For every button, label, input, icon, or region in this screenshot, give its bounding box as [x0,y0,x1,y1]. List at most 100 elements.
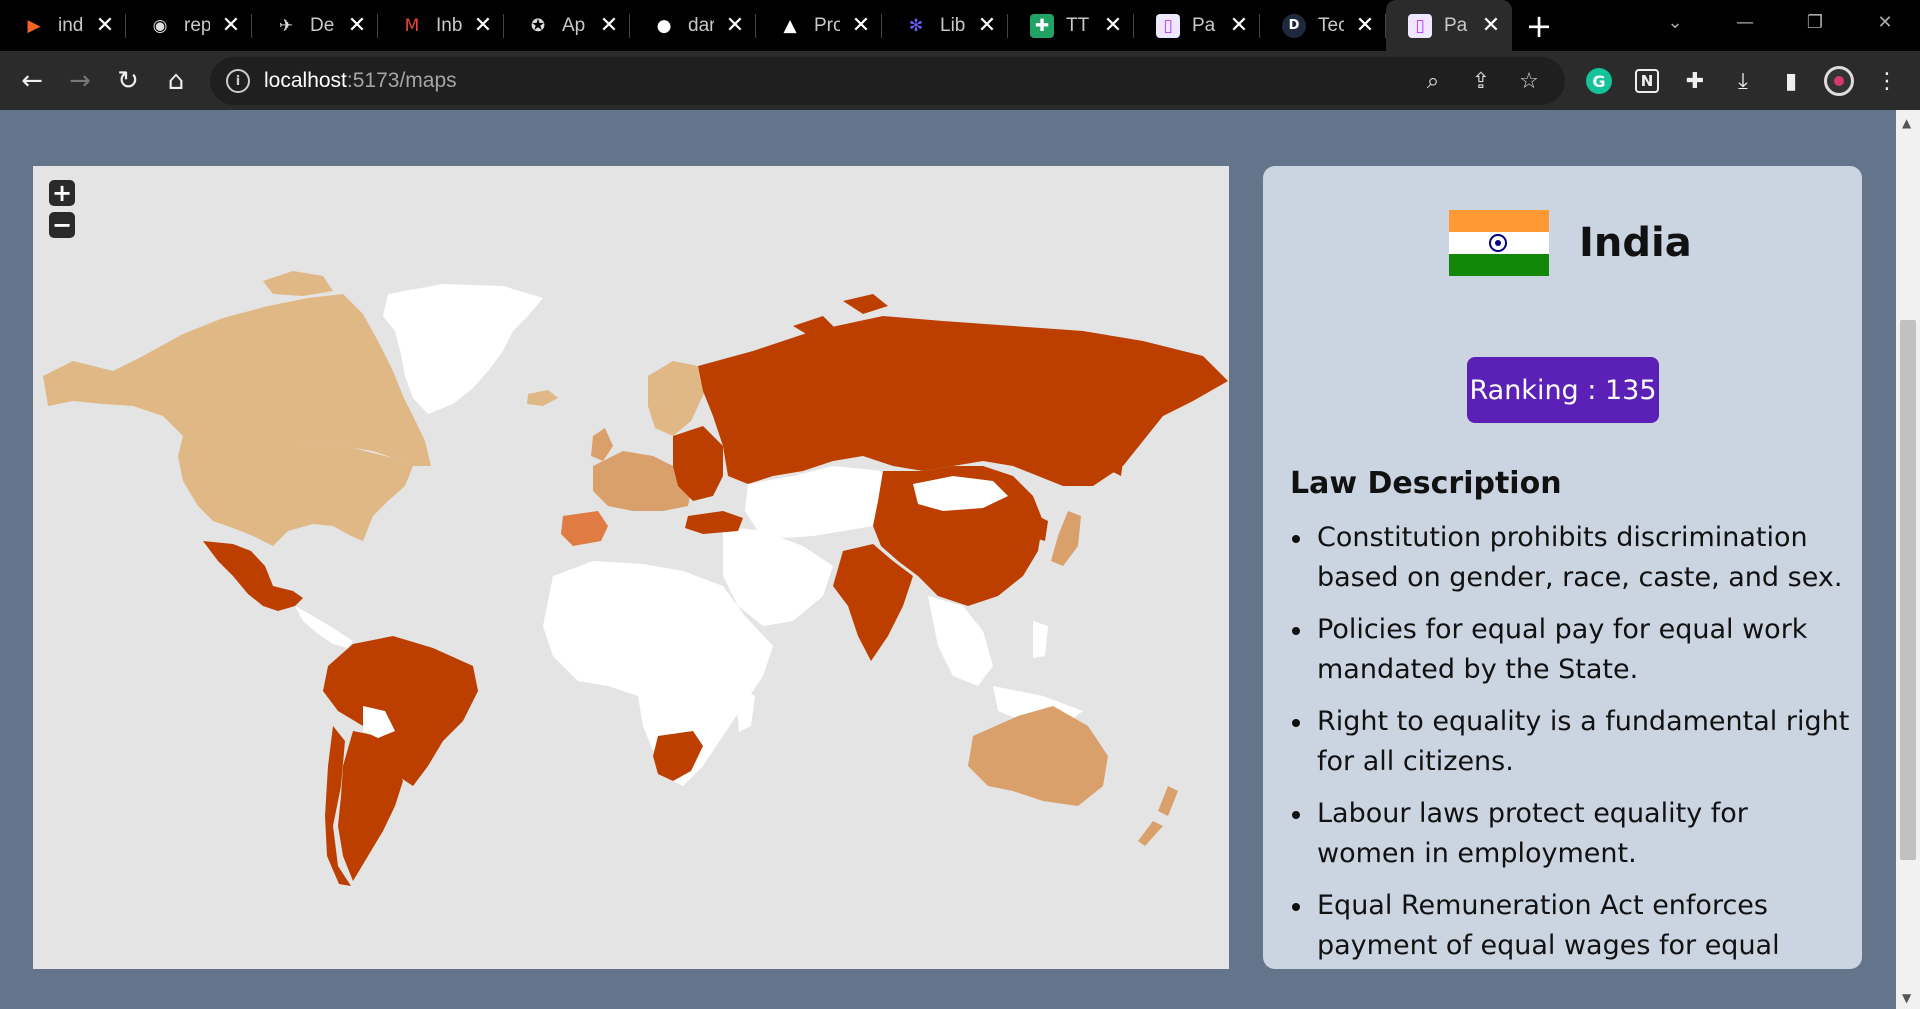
tab-close-icon[interactable]: ✕ [346,13,368,38]
triangle-icon: ▲ [783,15,797,36]
extensions-puzzle-icon[interactable]: ✚ [1671,57,1719,105]
notion-icon[interactable]: N [1623,57,1671,105]
ranking-badge: Ranking : 135 [1467,357,1659,423]
country-philippines[interactable] [1033,621,1048,658]
browser-tab[interactable]: ▯ Pa ✕ [1134,0,1260,51]
download-icon[interactable]: ⤓ [1719,57,1767,105]
country-greenland[interactable] [383,284,543,414]
browser-tabstrip: ▶ ind ✕ ◉ rep ✕ ✈ De ✕ M Inb ✕ ✪ Ap ✕ ● dar ✕ ▲ Pro ✕ ✻ Lib ✕ ✚ T… [0,0,1920,51]
country-central-america[interactable] [295,606,353,648]
tab-search-icon[interactable]: ⌄ [1640,12,1710,33]
tab-close-icon[interactable]: ✕ [1228,13,1250,38]
new-tab-button[interactable]: + [1512,0,1566,51]
browser-tab[interactable]: ▯ Pa ✕ [1386,0,1512,51]
country-header: India [1449,210,1692,276]
tab-close-icon[interactable]: ✕ [94,13,116,38]
page-scrollbar[interactable]: ▲ ▼ [1896,110,1920,1009]
menu-kebab-icon[interactable]: ⋮ [1863,57,1911,105]
country-southeast-asia[interactable] [928,596,1083,726]
tab-title: Ap [562,14,586,36]
vite-icon: ▯ [1408,13,1432,38]
forward-button[interactable]: → [56,57,104,105]
country-turkey[interactable] [685,511,743,534]
tab-close-icon[interactable]: ✕ [1354,13,1376,38]
browser-tab[interactable]: ▶ ind ✕ [0,0,126,51]
window-controls: ⌄ — ❐ ✕ [1640,0,1920,44]
address-bar[interactable]: i localhost:5173/maps ⌕ ⇪ ☆ [210,57,1565,105]
country-name: India [1579,220,1692,266]
tab-close-icon[interactable]: ✕ [1102,13,1124,38]
side-panel-icon[interactable]: ▮ [1767,57,1815,105]
orange-logo-icon: ▶ [27,15,41,36]
country-scandinavia[interactable] [648,361,705,436]
country-iberia[interactable] [561,511,608,546]
browser-tab[interactable]: ✪ Ap ✕ [504,0,630,51]
scroll-up-arrow-icon[interactable]: ▲ [1902,116,1911,130]
tab-close-icon[interactable]: ✕ [220,13,242,38]
country-japan[interactable] [1051,511,1081,566]
grammarly-icon[interactable]: G [1575,57,1623,105]
law-item: Policies for equal pay for equal work ma… [1290,610,1850,690]
scroll-down-arrow-icon[interactable]: ▼ [1902,991,1911,1005]
browser-tab[interactable]: ✈ De ✕ [252,0,378,51]
tab-close-icon[interactable]: ✕ [1480,13,1502,38]
reload-button[interactable]: ↻ [104,57,152,105]
browser-tab[interactable]: ✚ TT ✕ [1008,0,1134,51]
country-uk[interactable] [591,428,613,461]
github-icon: ● [656,15,672,36]
law-item: Right to equality is a fundamental right… [1290,702,1850,782]
country-sakhalin[interactable] [1111,441,1125,476]
browser-tab[interactable]: ◉ rep ✕ [126,0,252,51]
tab-title: Pa [1444,14,1468,36]
law-item: Labour laws protect equality for women i… [1290,794,1850,874]
bird-icon: ✈ [278,15,294,36]
browser-tab[interactable]: M Inb ✕ [378,0,504,51]
d-letter-icon: D [1282,13,1306,38]
home-button[interactable]: ⌂ [152,57,200,105]
extensions-bar: G N ✚ ⤓ ▮ ⋮ [1575,57,1911,105]
zoom-out-button[interactable]: − [49,212,75,238]
bookmark-star-icon[interactable]: ☆ [1505,69,1553,94]
scrollbar-thumb[interactable] [1900,320,1916,860]
restore-button[interactable]: ❐ [1780,12,1850,33]
tab-title: dar [688,14,714,36]
zoom-controls: + − [49,180,75,238]
browser-tab[interactable]: D Tec ✕ [1260,0,1386,51]
world-map[interactable]: + − [33,166,1229,969]
country-russia[interactable] [698,316,1228,486]
india-flag-icon [1449,210,1549,276]
tab-close-icon[interactable]: ✕ [472,13,494,38]
minimize-button[interactable]: — [1710,12,1780,33]
tab-title: Pa [1192,14,1216,36]
site-info-icon[interactable]: i [226,69,250,93]
tab-title: ind [58,14,84,36]
tab-title: TT [1066,14,1090,36]
globe-icon: ◉ [152,15,168,36]
address-bar-actions: ⌕ ⇪ ☆ [1409,57,1553,105]
law-description-heading: Law Description [1290,466,1562,501]
zoom-icon[interactable]: ⌕ [1409,69,1457,94]
tab-title: Lib [940,14,966,36]
country-australia[interactable] [968,706,1108,806]
tab-list: ▶ ind ✕ ◉ rep ✕ ✈ De ✕ M Inb ✕ ✪ Ap ✕ ● dar ✕ ▲ Pro ✕ ✻ Lib ✕ ✚ T… [0,0,1512,51]
tab-close-icon[interactable]: ✕ [976,13,998,38]
world-map-svg[interactable] [33,166,1229,969]
url-text[interactable]: localhost:5173/maps [264,69,457,93]
country-mexico[interactable] [203,541,303,611]
tab-close-icon[interactable]: ✕ [724,13,746,38]
tab-close-icon[interactable]: ✕ [598,13,620,38]
share-icon[interactable]: ⇪ [1457,69,1505,94]
close-window-button[interactable]: ✕ [1850,12,1920,33]
back-button[interactable]: ← [8,57,56,105]
country-new-zealand[interactable] [1138,786,1178,846]
country-canada[interactable] [43,294,431,466]
browser-tab[interactable]: ✻ Lib ✕ [882,0,1008,51]
zoom-in-button[interactable]: + [49,180,75,206]
country-info-panel: India Ranking : 135 Law Description Cons… [1263,166,1862,969]
country-iceland[interactable] [527,390,558,406]
asterisk-icon: ✻ [908,15,924,36]
browser-tab[interactable]: ● dar ✕ [630,0,756,51]
tab-close-icon[interactable]: ✕ [850,13,872,38]
browser-tab[interactable]: ▲ Pro ✕ [756,0,882,51]
profile-avatar[interactable] [1815,57,1863,105]
